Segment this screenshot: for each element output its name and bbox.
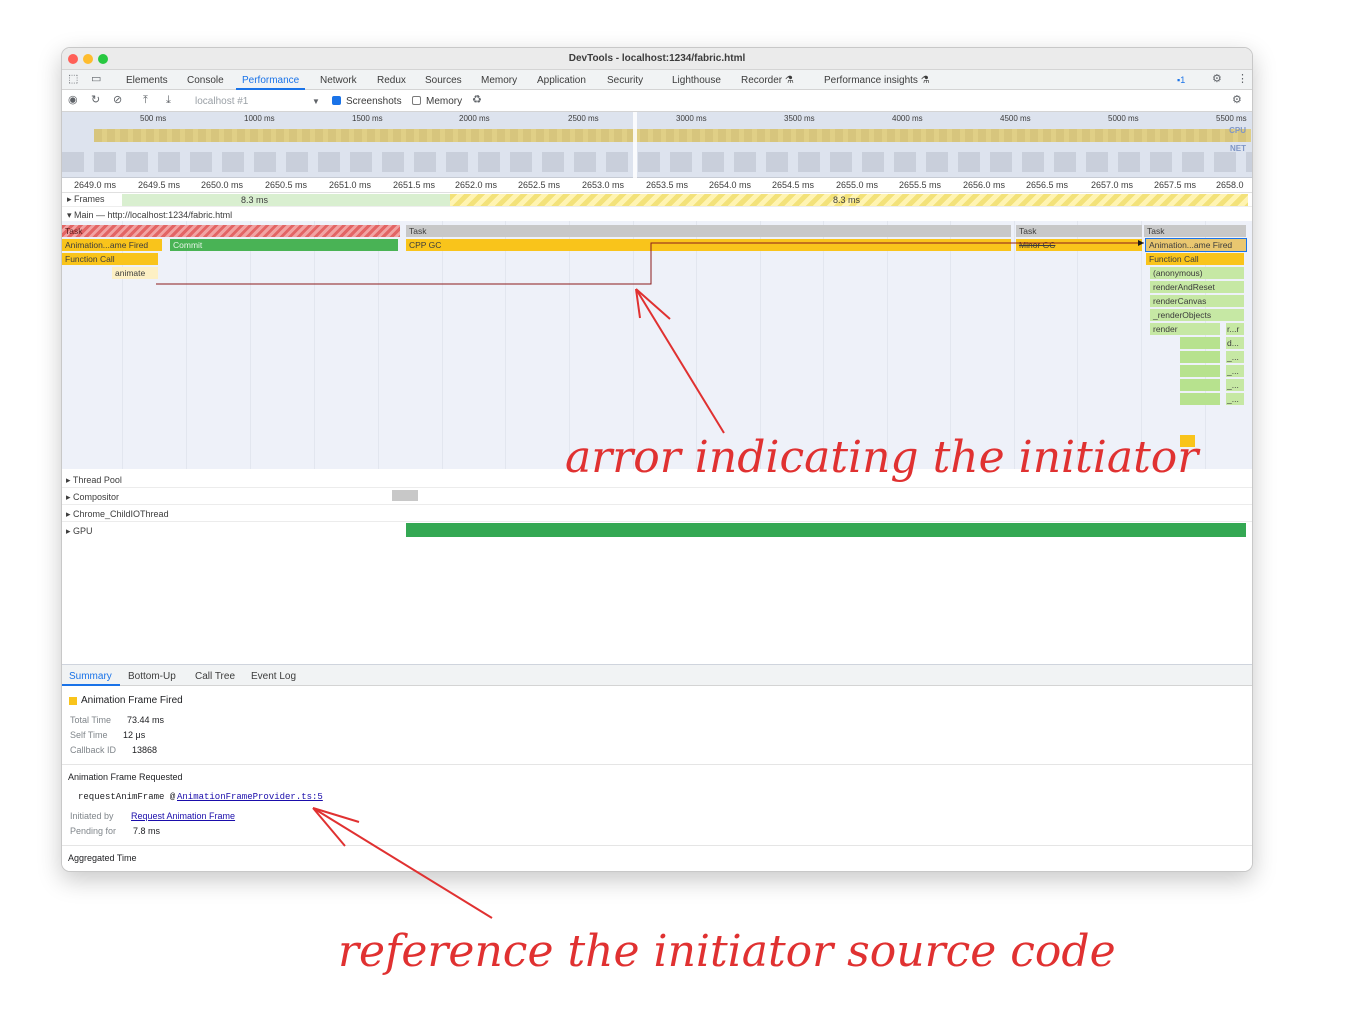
annotation-arrow-head-1: [635, 288, 671, 320]
annotation-source-code: reference the initiator source code: [338, 926, 1116, 977]
annotation-initiator-arrow: arror indicating the initiator: [565, 432, 1199, 483]
annotation-arrow-shaft-1: [635, 288, 725, 434]
annotation-arrow-head-2: [312, 807, 360, 847]
annotation-arrows: [312, 288, 725, 919]
annotation-arrow-shaft-2: [312, 807, 493, 919]
